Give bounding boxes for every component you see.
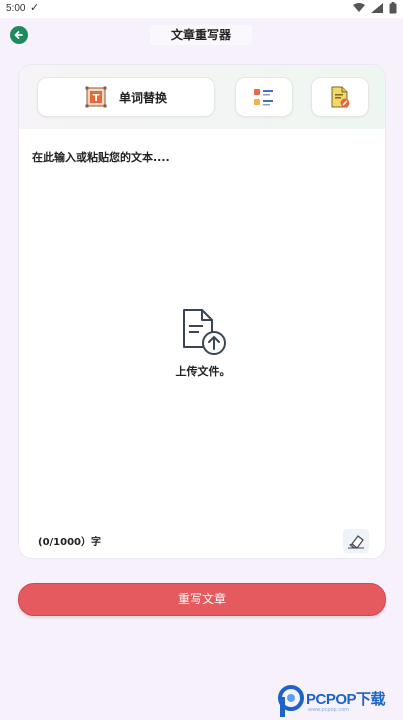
wifi-icon [353, 3, 365, 12]
battery-icon [389, 2, 397, 14]
app-header: 文章重写器 [0, 18, 403, 52]
clear-text-button[interactable] [343, 529, 369, 553]
watermark-subtext: www.pcpop.com [308, 707, 349, 713]
download-check-icon: ✓ [30, 1, 40, 14]
text-editor[interactable]: 在此输入或粘贴您的文本.... 上传文件。 (0/1000）字 [19, 129, 385, 558]
back-button[interactable] [10, 26, 28, 44]
upload-file-label: 上传文件。 [175, 365, 231, 378]
character-count: (0/1000）字 [38, 537, 102, 548]
checklist-button[interactable] [235, 77, 293, 117]
file-upload-icon [183, 309, 226, 355]
toolbar: T 单词替换 [19, 65, 385, 129]
pcpop-logo-icon [278, 685, 304, 717]
checklist-icon [254, 89, 273, 106]
signal-icon [371, 3, 383, 13]
text-input-placeholder[interactable]: 在此输入或粘贴您的文本.... [32, 149, 170, 165]
watermark-text: PCPOP下载 [306, 691, 386, 708]
status-icons [353, 2, 397, 14]
document-edit-button[interactable] [311, 77, 369, 117]
main-card: T 单词替换 在此输入或粘贴您的文本.... 上传文件。 (0/1000）字 [18, 64, 386, 559]
eraser-icon [348, 535, 364, 549]
svg-text:T: T [93, 93, 100, 104]
word-replace-label: 单词替换 [118, 90, 167, 105]
rewrite-article-button[interactable]: 重写文章 [18, 583, 386, 616]
arrow-left-circle-icon [14, 31, 23, 39]
text-frame-icon: T [85, 86, 107, 108]
word-replace-button[interactable]: T 单词替换 [37, 77, 215, 117]
document-edit-icon [331, 86, 350, 108]
page-title: 文章重写器 [150, 25, 252, 45]
pcpop-watermark: PCPOP下载 www.pcpop.com [278, 683, 403, 720]
status-bar: 5:00 ✓ [0, 0, 403, 18]
status-time: 5:00 [6, 3, 26, 14]
upload-file-button[interactable]: 上传文件。 [163, 307, 243, 387]
